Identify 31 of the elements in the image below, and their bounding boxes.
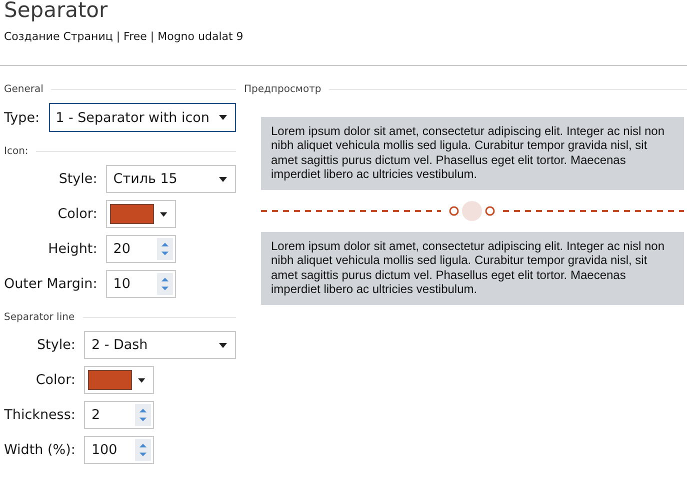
field-label: Style: [36,337,76,353]
field-label: Height: [48,241,98,257]
field-label: Outer Margin: [4,276,98,292]
caret-icon [160,212,168,216]
dropdown[interactable]: 2 - Dash [84,331,236,359]
dropdown[interactable]: 1 - Separator with icon [48,103,236,132]
field-label: Color: [58,206,98,222]
field-label: Width (%): [4,442,76,458]
spinner-icon[interactable] [157,273,174,295]
dropdown[interactable]: Стиль 15 [106,165,236,193]
color-picker[interactable] [84,366,154,394]
section-heading: Separator line [4,312,75,322]
section-heading: Предпросмотр [244,84,322,94]
preview-paragraph: Lorem ipsum dolor sit amet, consectetur adipiscing elit. Integer ac nisl non nibh aliquet vehicula mollis sed ligula. Curabitur tempor gravida nisl, sit amet sagittis purus dictum vel. Phasellus eget elit tortor. Maecenas imperdiet libero ac ultricies vestibulum. [261,117,684,190]
color-picker[interactable] [106,200,176,228]
section-heading: Icon: [4,146,28,156]
field-label: Thickness: [4,407,76,423]
caret-icon [219,115,227,120]
caret-icon [219,176,227,182]
spinner-icon[interactable] [157,238,174,260]
page-title: Separator [4,0,108,23]
spinner-icon[interactable] [135,404,152,426]
spinner-icon[interactable] [135,439,152,461]
section-heading: General [4,84,44,94]
preview-paragraph: Lorem ipsum dolor sit amet, consectetur adipiscing elit. Integer ac nisl non nibh aliquet vehicula mollis sed ligula. Curabitur tempor gravida nisl, sit amet sagittis purus dictum vel. Phasellus eget elit tortor. Maecenas imperdiet libero ac ultricies vestibulum. [261,232,684,306]
field-label: Type: [4,110,40,126]
field-label: Color: [36,372,76,388]
field-label: Style: [58,171,98,187]
caret-icon [219,342,227,348]
caret-icon [138,378,146,382]
page-subtitle: Создание Страниц | Free | Mogno udalat 9 [4,30,244,43]
